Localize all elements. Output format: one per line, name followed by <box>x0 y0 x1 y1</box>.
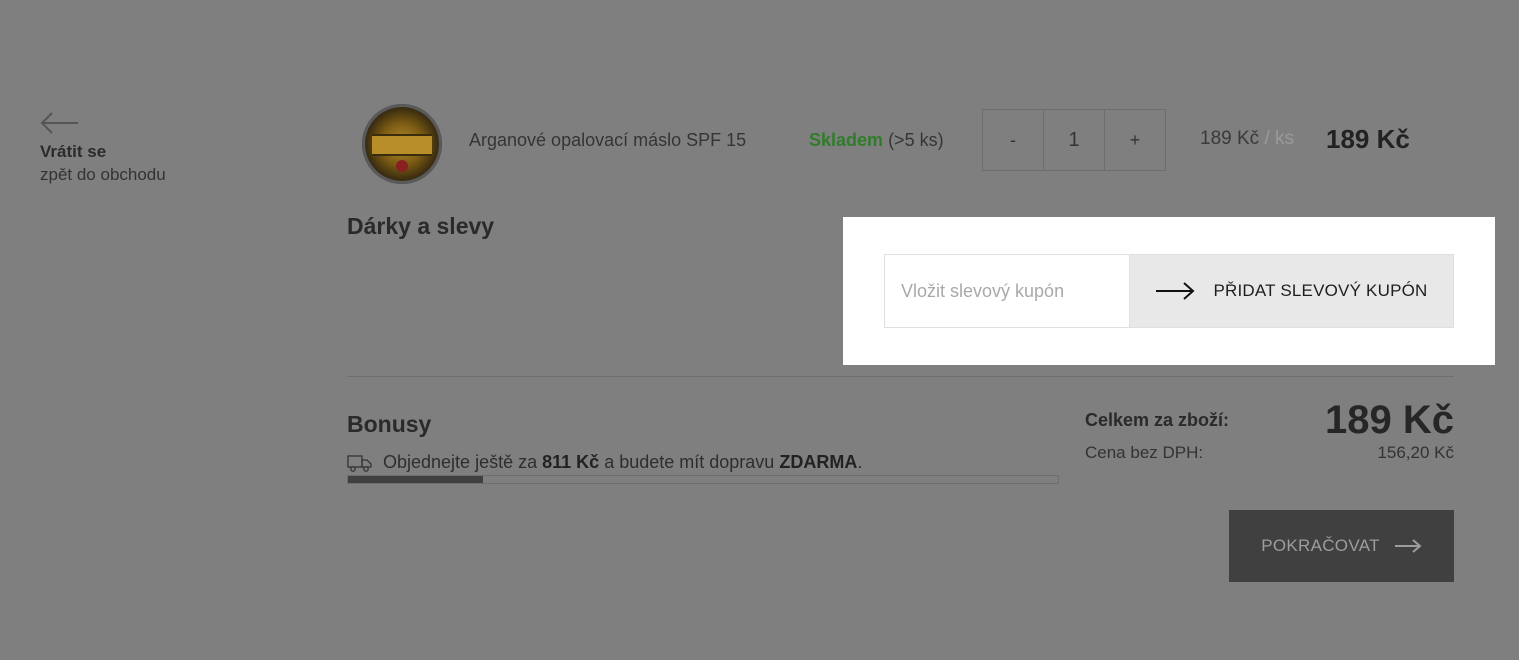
line-total: 189 Kč <box>1326 124 1410 154</box>
quantity-stepper: - 1 + <box>982 109 1166 171</box>
total-goods-value: 189 Kč <box>1325 398 1454 442</box>
back-title: Vrátit se <box>40 142 107 161</box>
total-goods-label: Celkem za zboží: <box>1085 410 1230 430</box>
stock-detail: (>5 ks) <box>888 130 944 150</box>
shipping-msg-amount: 811 Kč <box>542 452 600 472</box>
product-name[interactable]: Arganové opalovací máslo SPF 15 <box>469 130 746 151</box>
gifts-section-title: Dárky a slevy <box>347 213 495 239</box>
truck-icon <box>347 454 372 472</box>
price-without-vat-value: 156,20 Kč <box>1377 443 1454 462</box>
add-coupon-button-label: PŘIDAT SLEVOVÝ KUPÓN <box>1213 281 1428 300</box>
free-shipping-progress-fill <box>348 476 483 483</box>
unit-price: 189 Kč / ks <box>1200 128 1294 150</box>
arrow-left-icon <box>40 112 78 134</box>
free-shipping-message: Objednejte ještě za 811 Kč a budete mít … <box>347 452 862 473</box>
quantity-input[interactable]: 1 <box>1043 110 1105 170</box>
shipping-msg-free: ZDARMA <box>779 452 858 472</box>
add-coupon-button[interactable]: PŘIDAT SLEVOVÝ KUPÓN <box>1130 254 1454 328</box>
continue-button-label: POKRAČOVAT <box>1261 536 1380 555</box>
arrow-right-icon <box>1394 539 1422 553</box>
unit-price-value: 189 Kč <box>1200 128 1260 149</box>
back-subtitle: zpět do obchodu <box>40 165 166 184</box>
stock-status: Skladem <box>809 130 884 150</box>
shipping-msg-prefix: Objednejte ještě za <box>383 452 538 472</box>
quantity-decrease-button[interactable]: - <box>983 110 1043 170</box>
bonus-section-title: Bonusy <box>347 411 432 437</box>
coupon-input[interactable] <box>884 254 1130 328</box>
arrow-right-icon <box>1156 282 1195 300</box>
continue-button[interactable]: POKRAČOVAT <box>1229 510 1454 582</box>
unit-price-separator: / <box>1264 128 1270 149</box>
coupon-panel: PŘIDAT SLEVOVÝ KUPÓN <box>843 217 1495 365</box>
product-image[interactable] <box>362 104 442 184</box>
section-divider <box>347 376 1454 377</box>
unit-price-unit: ks <box>1275 128 1294 149</box>
free-shipping-progress-bar <box>347 475 1059 484</box>
back-to-shop-link[interactable]: Vrátit se zpět do obchodu <box>40 110 240 185</box>
shipping-msg-suffix: . <box>857 452 863 472</box>
shipping-msg-middle: a budete mít dopravu <box>604 452 775 472</box>
price-without-vat-label: Cena bez DPH: <box>1085 443 1204 462</box>
quantity-increase-button[interactable]: + <box>1105 110 1165 170</box>
cart-item-row: Arganové opalovací máslo SPF 15 Skladem … <box>362 104 1422 184</box>
stock-info: Skladem (>5 ks) <box>809 130 944 151</box>
